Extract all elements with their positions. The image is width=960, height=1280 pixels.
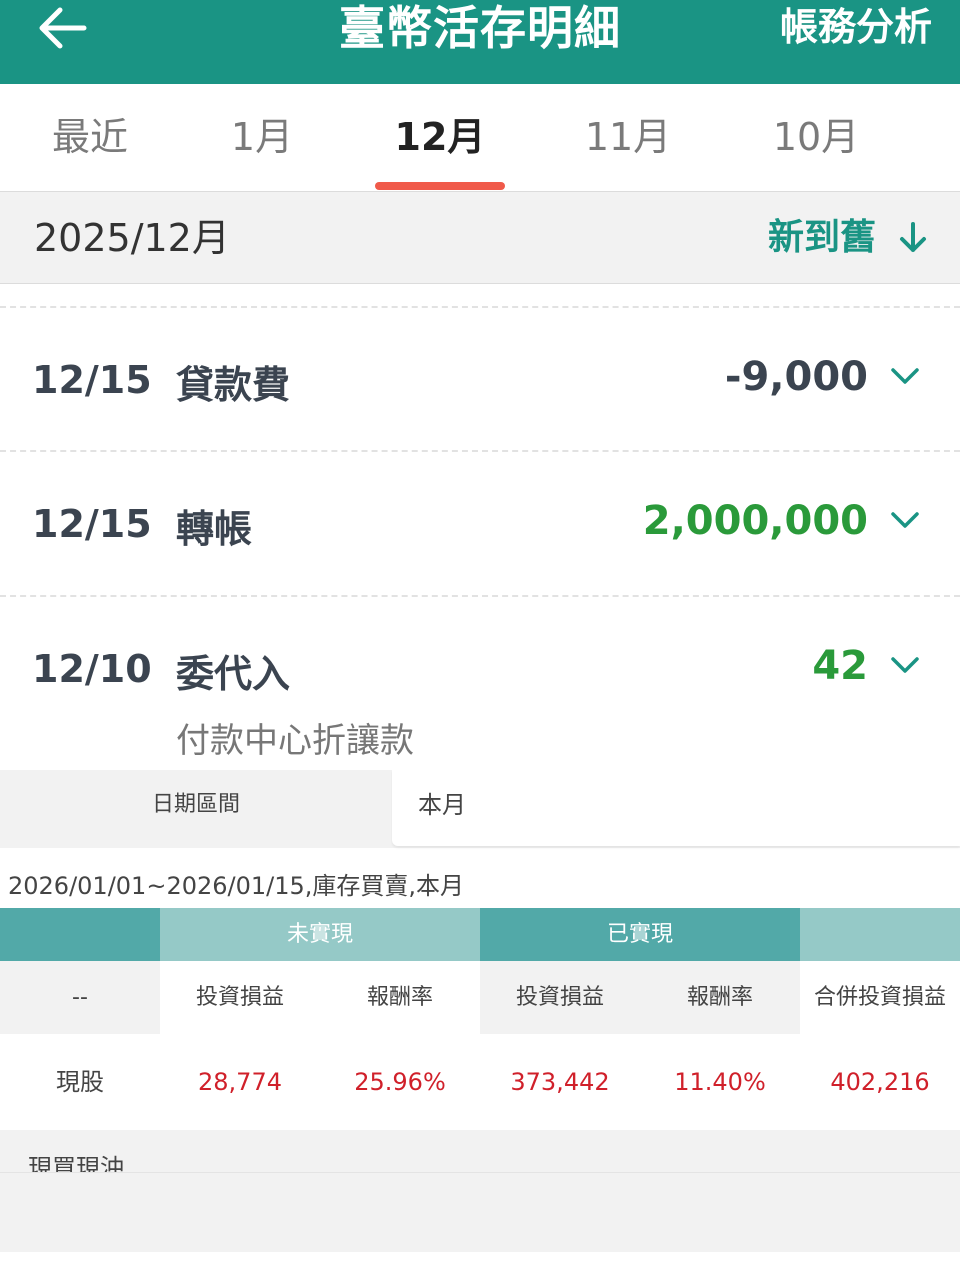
query-summary: 2026/01/01~2026/01/15,庫存買賣,本月 bbox=[8, 872, 465, 900]
group-header-blank bbox=[0, 908, 160, 961]
tab-recent[interactable]: 最近 bbox=[10, 84, 170, 190]
bottom-bar bbox=[0, 1172, 960, 1252]
chevron-down-icon[interactable] bbox=[890, 655, 920, 675]
date-range-row: 日期區間 本月 bbox=[0, 770, 960, 848]
arrow-left-icon bbox=[39, 7, 87, 49]
group-header-blank bbox=[800, 908, 960, 961]
sort-order-button[interactable]: 新到舊 bbox=[768, 192, 928, 284]
unrealized-return-rate: 25.96% bbox=[354, 1068, 446, 1096]
row-label: 現股 bbox=[56, 1068, 104, 1096]
group-header-realized: 已實現 bbox=[480, 908, 800, 961]
chevron-down-icon[interactable] bbox=[890, 366, 920, 386]
month-tabs: 最近 1月 12月 11月 10月 bbox=[0, 84, 960, 192]
transaction-amount: -9,000 bbox=[724, 354, 868, 400]
chevron-down-icon[interactable] bbox=[890, 510, 920, 530]
combined-profit: 402,216 bbox=[830, 1068, 930, 1096]
transaction-row[interactable]: 12/10 委代入 42 付款中心折讓款 bbox=[0, 597, 960, 770]
column-header: 投資損益 bbox=[160, 961, 320, 1034]
transaction-description: 轉帳 bbox=[176, 507, 253, 551]
account-analysis-button[interactable]: 帳務分析 bbox=[780, 0, 932, 56]
tab-october[interactable]: 10月 bbox=[736, 84, 896, 190]
column-header: 報酬率 bbox=[320, 961, 480, 1034]
back-button[interactable] bbox=[34, 4, 90, 52]
transaction-row[interactable]: 12/15 轉帳 2,000,000 bbox=[0, 452, 960, 594]
tab-january[interactable]: 1月 bbox=[182, 84, 342, 190]
column-header: 投資損益 bbox=[480, 961, 640, 1034]
transaction-amount: 42 bbox=[812, 643, 868, 689]
period-bar: 2025/12月 新到舊 bbox=[0, 192, 960, 284]
page-title: 臺幣活存明細 bbox=[339, 1, 621, 55]
transaction-description: 委代入 bbox=[176, 652, 291, 696]
top-bar: 臺幣活存明細 帳務分析 bbox=[0, 0, 960, 84]
column-header: -- bbox=[0, 961, 160, 1034]
column-header: 合併投資損益 bbox=[800, 961, 960, 1034]
table-header: -- 投資損益 報酬率 投資損益 報酬率 合併投資損益 bbox=[0, 961, 960, 1034]
tab-december[interactable]: 12月 bbox=[360, 84, 520, 190]
transaction-row[interactable]: 12/15 貸款費 -9,000 bbox=[0, 308, 960, 450]
next-section-label: 現買現沖 bbox=[28, 1154, 124, 1172]
transaction-memo: 付款中心折讓款 bbox=[176, 721, 414, 761]
active-tab-indicator bbox=[375, 182, 505, 190]
arrow-down-icon bbox=[900, 222, 926, 252]
group-header-unrealized: 未實現 bbox=[160, 908, 480, 961]
table-group-header: 未實現 已實現 bbox=[0, 908, 960, 961]
realized-return-rate: 11.40% bbox=[674, 1068, 766, 1096]
transaction-date: 12/15 bbox=[32, 358, 152, 402]
tab-november[interactable]: 11月 bbox=[548, 84, 708, 190]
date-range-select[interactable]: 本月 bbox=[392, 770, 960, 846]
date-range-label: 日期區間 bbox=[151, 792, 240, 817]
realized-profit: 373,442 bbox=[510, 1068, 610, 1096]
transaction-date: 12/15 bbox=[32, 502, 152, 546]
table-row: 現股 28,774 25.96% 373,442 11.40% 402,216 bbox=[0, 1034, 960, 1130]
period-label: 2025/12月 bbox=[34, 216, 230, 260]
transaction-description: 貸款費 bbox=[176, 363, 291, 407]
column-header: 報酬率 bbox=[640, 961, 800, 1034]
app: 臺幣活存明細 帳務分析 最近 1月 12月 11月 10月 2025/12月 新… bbox=[0, 0, 960, 1280]
transaction-date: 12/10 bbox=[32, 647, 152, 691]
sort-order-label: 新到舊 bbox=[767, 217, 876, 258]
unrealized-profit: 28,774 bbox=[198, 1068, 282, 1096]
transaction-amount: 2,000,000 bbox=[642, 498, 868, 544]
